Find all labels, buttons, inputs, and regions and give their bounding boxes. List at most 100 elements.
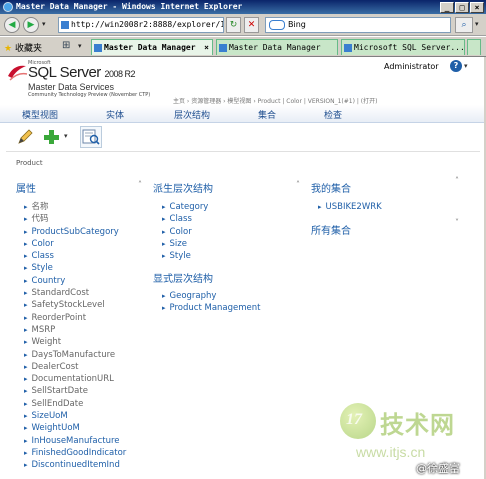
watermark-url: www.itjs.cn [356,444,426,460]
list-item[interactable]: ProductSubCategory [24,226,126,238]
tab-list-dropdown-icon[interactable]: ▾ [78,42,82,50]
address-toolbar: ◀ ▶ ▾ http://win2008r2:8888/explorer/1 ↻… [0,14,486,36]
refresh-icon[interactable]: ↻ [226,17,241,33]
tab-label: Master Data Manager [104,43,196,52]
ie-browser-icon [3,2,13,12]
all-collections-title: 所有集合 [311,226,351,237]
product-name: SQL Server [28,64,101,81]
tab-bar: ★ 收藏夹 ⊞ ▾ Master Data Manager × Master D… [0,37,486,57]
minimize-button[interactable]: _ [440,2,454,13]
toolbar: ▾ [0,124,486,152]
breadcrumb[interactable]: 主页 › 资源管理器 › 模型视图 › Product | Color | VE… [173,96,377,105]
list-item: MSRP [24,324,126,336]
add-plus-icon[interactable] [40,126,62,148]
search-input[interactable]: Bing [265,17,451,33]
toolbar-divider [6,151,480,152]
page-icon [61,21,69,29]
list-item[interactable]: Color [24,238,126,250]
search-view-icon[interactable] [80,126,102,148]
list-item[interactable]: Class [162,213,208,225]
tab-label: Microsoft SQL Server... [354,43,465,52]
list-item: DaysToManufacture [24,349,126,361]
list-item[interactable]: Product Management [162,302,261,314]
attributes-list: 名称代码ProductSubCategoryColorClassStyleCou… [24,201,127,472]
list-item: 名称 [24,201,126,213]
list-item: DocumentationURL [24,373,126,385]
window-title-bar: Master Data Manager - Windows Internet E… [0,0,486,14]
menu-model-view[interactable]: 模型视图 [22,108,58,121]
my-collections-title: 我的集合 [311,184,351,195]
list-item[interactable]: Country [24,275,126,287]
search-icon[interactable]: ⌕ [455,17,473,33]
tab-master-data-manager-2[interactable]: Master Data Manager [216,39,338,55]
list-item[interactable]: Geography [162,290,260,302]
dropdown-icon[interactable]: ▾ [64,132,68,140]
favorites-button[interactable]: ★ 收藏夹 [4,41,42,54]
forward-icon[interactable]: ▶ [23,17,39,33]
favorites-label: 收藏夹 [14,44,42,54]
list-item[interactable]: Class [24,250,126,262]
product-version: 2008 R2 [104,69,136,79]
address-url: http://win2008r2:8888/explorer/1 [71,20,224,29]
menu-explore[interactable]: 检查 [324,108,342,121]
help-dropdown-icon[interactable]: ▾ [464,62,468,70]
collapse-my-collections-icon[interactable]: ˄ [455,176,459,185]
list-item[interactable]: Size [162,238,208,250]
list-item[interactable]: Style [162,250,208,262]
attributes-title: 属性 [16,184,36,195]
tab-master-data-manager-1[interactable]: Master Data Manager × [91,39,213,55]
my-collections-list: USBIKE2WRK [318,201,382,213]
maximize-button[interactable]: □ [455,2,469,13]
list-item: 代码 [24,213,126,225]
watermark-author: @徐盛富 [416,462,460,475]
page-icon [94,44,102,52]
user-name: Administrator [384,62,439,71]
page-icon [344,44,352,52]
list-item[interactable]: USBIKE2WRK [318,201,382,213]
window-controls: _ □ × [439,1,484,15]
menu-entity[interactable]: 实体 [106,108,124,121]
page-entity-label: Product [16,159,43,167]
list-item[interactable]: Category [162,201,209,213]
list-item[interactable]: InHouseManufacture [24,435,126,447]
page-icon [219,44,227,52]
tab-label: Master Data Manager [229,43,321,52]
list-item[interactable]: SizeUoM [24,410,126,422]
derived-hierarchies-list: CategoryClassColorSizeStyle [162,201,209,262]
list-item[interactable]: Color [162,226,208,238]
menu-collections[interactable]: 集合 [258,108,276,121]
search-dropdown-icon[interactable]: ▾ [475,20,479,28]
collapse-attributes-icon[interactable]: ˄ [138,180,142,189]
new-tab-button[interactable] [467,39,481,55]
list-item: SafetyStockLevel [24,299,126,311]
list-item: SellEndDate [24,398,126,410]
explicit-hierarchies-title: 显式层次结构 [153,274,213,285]
watermark-mark: 17 [346,411,362,428]
address-input[interactable]: http://win2008r2:8888/explorer/1 [58,17,224,33]
menu-bar: 模型视图 实体 层次结构 集合 检查 [0,105,486,123]
collapse-derived-icon[interactable]: ˄ [296,180,300,189]
close-tab-icon[interactable]: × [204,40,209,55]
edit-pencil-icon[interactable] [14,126,36,148]
window-title: Master Data Manager - Windows Internet E… [16,2,243,11]
menu-hierarchies[interactable]: 层次结构 [174,108,210,121]
stop-icon[interactable]: ✕ [244,17,259,33]
list-item: SellStartDate [24,385,126,397]
expand-all-collections-icon[interactable]: ˅ [455,218,459,227]
history-dropdown-icon[interactable]: ▾ [42,20,46,28]
search-placeholder: Bing [288,20,306,29]
watermark-site-name: 技术网 [380,411,455,439]
list-item[interactable]: Style [24,262,126,274]
tab-sql-server[interactable]: Microsoft SQL Server... [341,39,465,55]
preview-label: Community Technology Preview (November C… [28,92,151,98]
back-icon[interactable]: ◀ [4,17,20,33]
help-icon[interactable]: ? [450,60,462,72]
list-item: Weight [24,336,126,348]
sql-server-logo-icon [8,65,28,81]
close-window-button[interactable]: × [470,2,484,13]
list-item[interactable]: FinishedGoodIndicator [24,447,127,459]
quick-tabs-icon[interactable]: ⊞ [62,40,70,51]
list-item[interactable]: WeightUoM [24,422,126,434]
list-item: StandardCost [24,287,126,299]
list-item[interactable]: DiscontinuedItemInd [24,459,126,471]
